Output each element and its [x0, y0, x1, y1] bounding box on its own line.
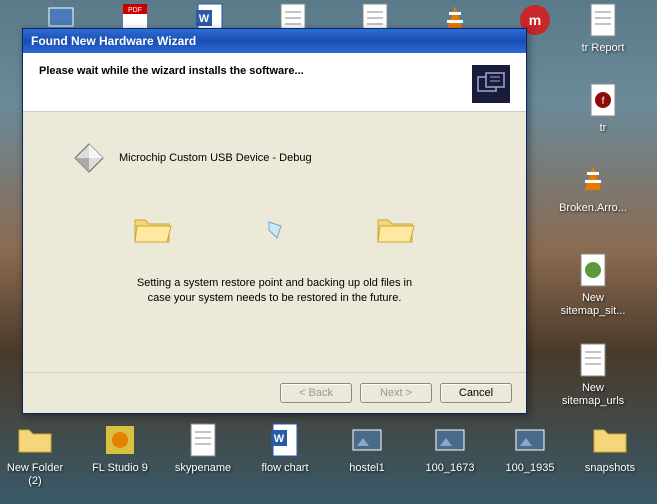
device-name-label: Microchip Custom USB Device - Debug: [119, 152, 312, 164]
file-icon: [15, 420, 55, 460]
icon-label: 100_1935: [495, 462, 565, 475]
hardware-wizard-dialog: Found New Hardware Wizard Please wait wh…: [22, 28, 527, 414]
file-icon: f: [583, 80, 623, 120]
dest-folder-icon: [376, 214, 416, 246]
wizard-subtitle: Please wait while the wizard installs th…: [39, 65, 304, 77]
desktop-icon[interactable]: hostel1: [332, 420, 402, 475]
device-diamond-icon: [73, 142, 105, 174]
file-icon: [430, 420, 470, 460]
next-button[interactable]: Next >: [360, 383, 432, 403]
svg-text:PDF: PDF: [128, 7, 142, 14]
cancel-button[interactable]: Cancel: [440, 383, 512, 403]
icon-label: FL Studio 9: [85, 462, 155, 475]
desktop-icon[interactable]: Wflow chart: [250, 420, 320, 475]
icon-label: New sitemap_urls: [558, 382, 628, 408]
file-icon: [583, 0, 623, 40]
icon-label: snapshots: [575, 462, 645, 475]
wizard-content: Microchip Custom USB Device - Debug: [23, 112, 526, 372]
file-icon: [100, 420, 140, 460]
svg-text:f: f: [602, 96, 605, 107]
icon-label: tr Report: [568, 42, 638, 55]
desktop-icon[interactable]: Broken.Arro...: [558, 160, 628, 215]
wizard-button-row: < Back Next > Cancel: [23, 372, 526, 413]
desktop-icon[interactable]: f tr: [568, 80, 638, 135]
desktop: PDF Wm tr Report f tr Broken.Arro... New sitem…: [0, 0, 657, 504]
file-icon: [573, 250, 613, 290]
file-icon: W: [265, 420, 305, 460]
icon-label: Broken.Arro...: [558, 202, 628, 215]
desktop-icon[interactable]: 100_1673: [415, 420, 485, 475]
desktop-icon[interactable]: 100_1935: [495, 420, 565, 475]
svg-text:m: m: [529, 12, 541, 28]
desktop-icon[interactable]: New sitemap_sit...: [558, 250, 628, 318]
file-icon: [590, 420, 630, 460]
icon-label: 100_1673: [415, 462, 485, 475]
file-icon: [183, 420, 223, 460]
flying-paper-icon: [267, 220, 283, 240]
copy-animation: [73, 214, 476, 246]
icon-label: hostel1: [332, 462, 402, 475]
wizard-title-text: Found New Hardware Wizard: [31, 34, 196, 48]
svg-text:W: W: [199, 13, 210, 25]
icon-label: flow chart: [250, 462, 320, 475]
status-text: Setting a system restore point and backi…: [73, 276, 476, 307]
file-icon: [347, 420, 387, 460]
wizard-header: Please wait while the wizard installs th…: [23, 53, 526, 112]
wizard-titlebar[interactable]: Found New Hardware Wizard: [23, 29, 526, 53]
desktop-icon[interactable]: tr Report: [568, 0, 638, 55]
back-button[interactable]: < Back: [280, 383, 352, 403]
desktop-icon[interactable]: New sitemap_urls: [558, 340, 628, 408]
desktop-icon[interactable]: skypename: [168, 420, 238, 475]
hardware-header-icon: [472, 65, 510, 103]
file-icon: [573, 160, 613, 200]
desktop-icon[interactable]: FL Studio 9: [85, 420, 155, 475]
desktop-icon[interactable]: New Folder (2): [0, 420, 70, 488]
icon-label: New Folder (2): [0, 462, 70, 488]
svg-text:W: W: [274, 433, 285, 445]
file-icon: [510, 420, 550, 460]
icon-label: tr: [568, 122, 638, 135]
icon-label: skypename: [168, 462, 238, 475]
icon-label: New sitemap_sit...: [558, 292, 628, 318]
source-folder-icon: [133, 214, 173, 246]
file-icon: [573, 340, 613, 380]
desktop-icon[interactable]: snapshots: [575, 420, 645, 475]
